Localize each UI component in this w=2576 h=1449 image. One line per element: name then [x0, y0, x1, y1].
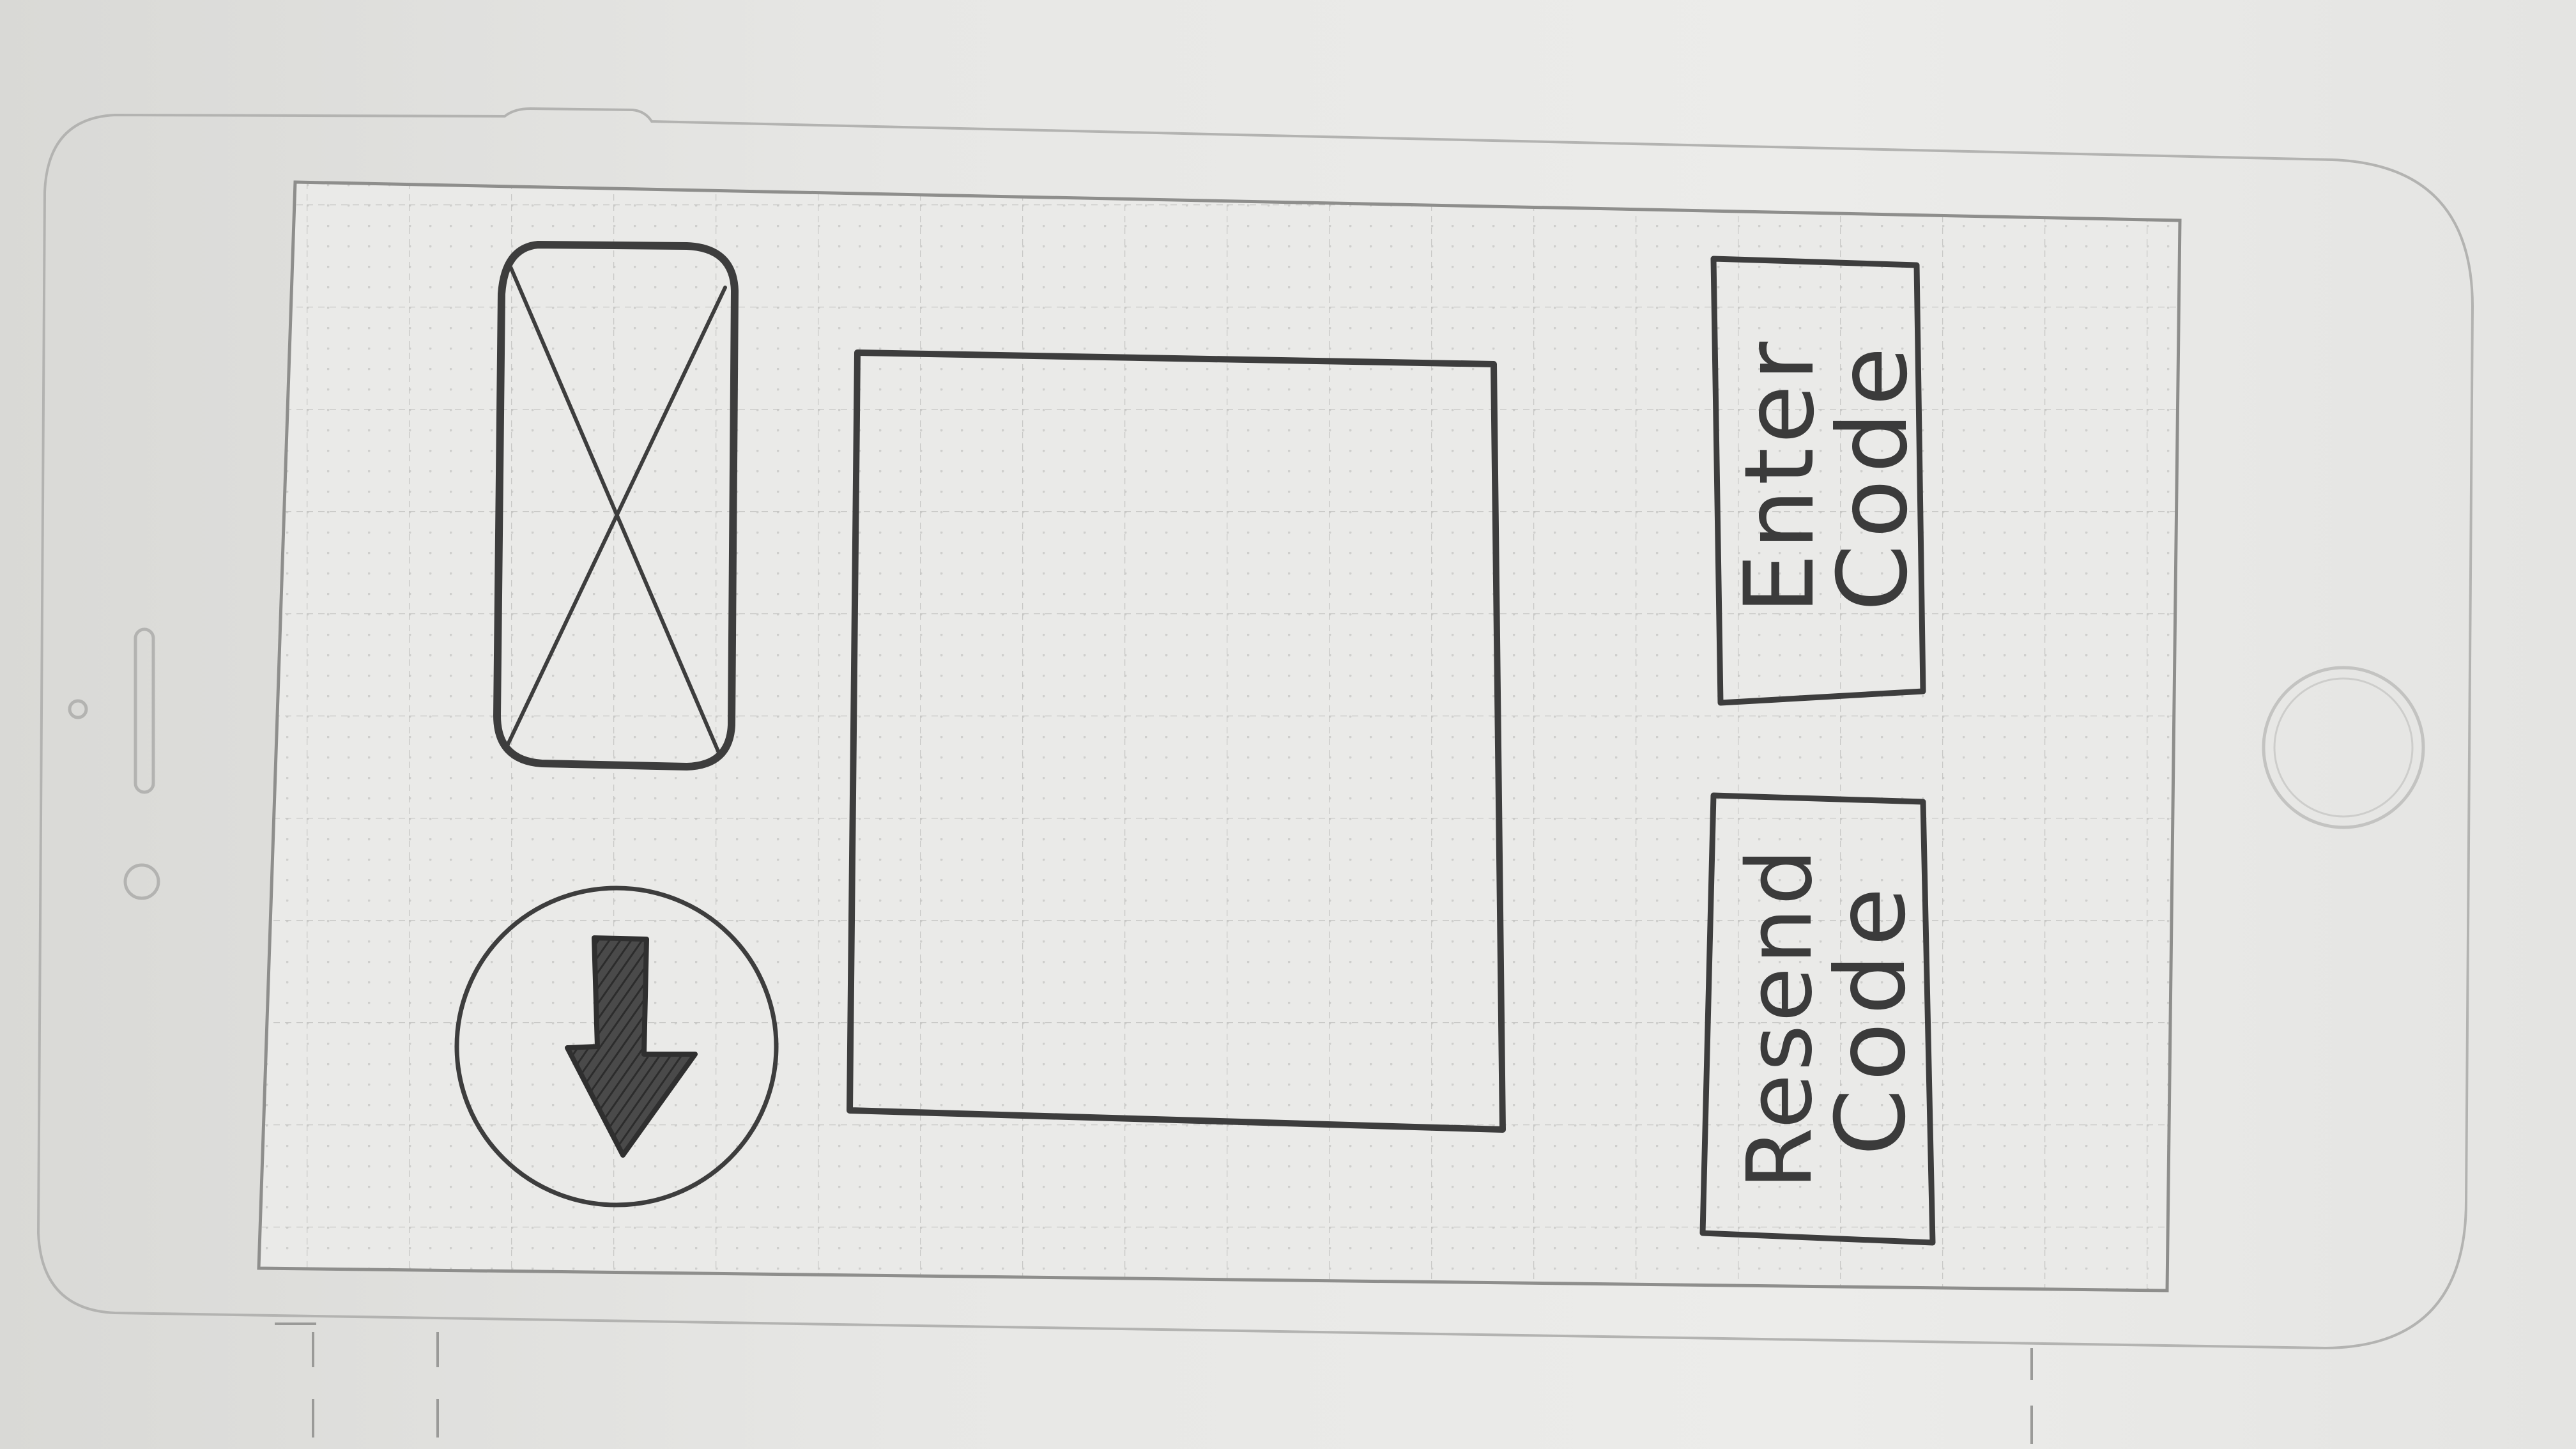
front-camera	[123, 863, 160, 900]
enter-code-label-line2: Code	[1818, 341, 1929, 611]
home-button-icon[interactable]	[2262, 666, 2425, 829]
ruler-ticks	[275, 1322, 2033, 1444]
sensor-dot	[68, 699, 88, 719]
speaker-slot	[134, 627, 155, 794]
resend-code-label-line2: Code	[1816, 880, 1927, 1156]
home-button-inner	[2273, 677, 2414, 818]
wireframe-sketch: Enter Code Resend Code	[36, 107, 2474, 1444]
